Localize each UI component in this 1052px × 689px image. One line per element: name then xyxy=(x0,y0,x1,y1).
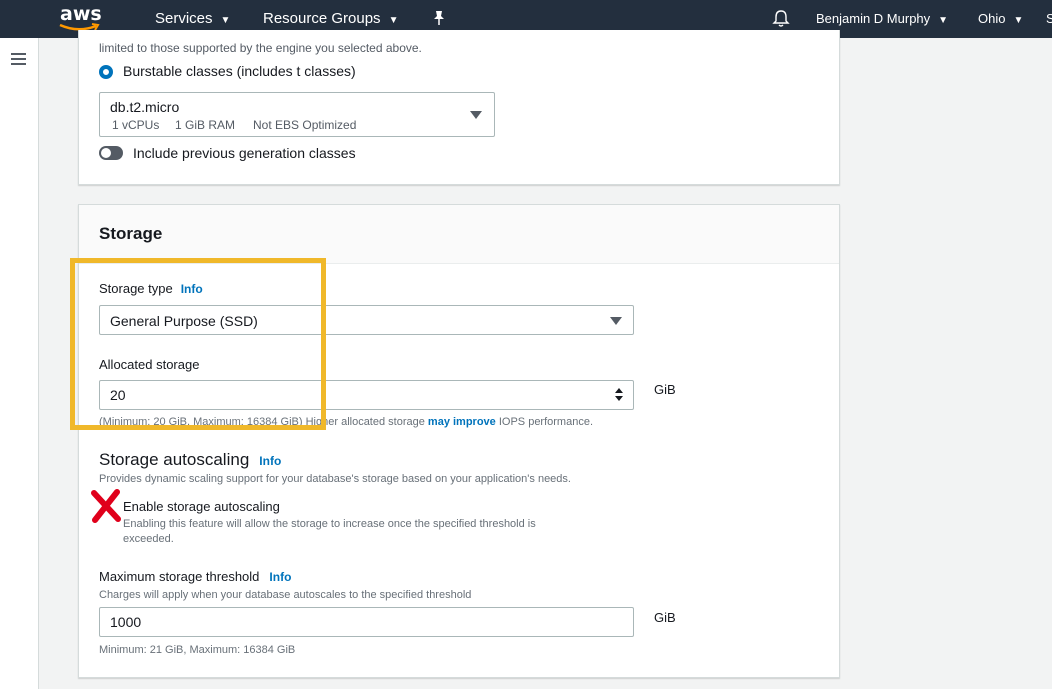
instance-class-panel: limited to those supported by the engine… xyxy=(78,30,840,185)
services-label: Services xyxy=(155,10,213,27)
enable-autoscaling-desc-1: Enabling this feature will allow the sto… xyxy=(123,518,536,530)
resource-groups-label: Resource Groups xyxy=(263,10,381,27)
pin-icon[interactable] xyxy=(432,10,446,26)
instance-class-select[interactable]: db.t2.micro 1 vCPUs 1 GiB RAM Not EBS Op… xyxy=(99,92,495,137)
enable-autoscaling-desc-2: exceeded. xyxy=(123,533,174,545)
support-menu-cutoff[interactable]: S xyxy=(1046,11,1052,26)
highlight-box xyxy=(70,258,326,430)
caret-down-icon xyxy=(470,111,482,119)
user-menu[interactable]: Benjamin D Murphy ▼ xyxy=(816,11,948,26)
storage-autoscaling-heading: Storage autoscaling Info xyxy=(99,450,281,470)
resource-groups-menu[interactable]: Resource Groups ▼ xyxy=(263,10,398,27)
services-menu[interactable]: Services ▼ xyxy=(155,10,230,27)
burstable-radio[interactable] xyxy=(99,65,113,79)
instance-class-description: limited to those supported by the engine… xyxy=(99,41,422,55)
max-threshold-input[interactable]: 1000 xyxy=(99,607,634,637)
max-threshold-value: 1000 xyxy=(110,614,142,630)
chevron-down-icon: ▼ xyxy=(220,15,231,26)
max-threshold-unit: GiB xyxy=(654,610,676,625)
storage-autoscaling-info-link[interactable]: Info xyxy=(259,454,281,468)
max-threshold-description: Charges will apply when your database au… xyxy=(99,589,472,601)
enable-autoscaling-label[interactable]: Enable storage autoscaling xyxy=(123,499,280,514)
storage-title: Storage xyxy=(99,224,163,243)
bell-icon[interactable] xyxy=(772,9,790,28)
chevron-down-icon: ▼ xyxy=(388,15,399,26)
previous-generation-label: Include previous generation classes xyxy=(133,145,356,161)
caret-down-icon xyxy=(610,317,622,325)
instance-ram: 1 GiB RAM xyxy=(175,118,236,132)
side-rail xyxy=(0,38,39,689)
allocated-storage-unit: GiB xyxy=(654,382,676,397)
number-stepper-icon[interactable] xyxy=(615,388,623,402)
instance-vcpu: 1 vCPUs xyxy=(112,118,160,132)
previous-generation-toggle[interactable] xyxy=(99,146,123,160)
chevron-down-icon: ▼ xyxy=(1013,15,1024,26)
max-threshold-hint: Minimum: 21 GiB, Maximum: 16384 GiB xyxy=(99,644,296,656)
red-x-mark-icon xyxy=(91,489,121,523)
may-improve-link[interactable]: may improve xyxy=(428,416,496,428)
user-name: Benjamin D Murphy xyxy=(816,11,931,26)
storage-autoscaling-description: Provides dynamic scaling support for you… xyxy=(99,473,571,485)
region-name: Ohio xyxy=(978,11,1006,26)
instance-class-value: db.t2.micro xyxy=(110,99,180,115)
region-menu[interactable]: Ohio ▼ xyxy=(978,11,1023,26)
hamburger-menu-icon[interactable] xyxy=(11,53,26,65)
storage-panel-header: Storage xyxy=(79,205,839,264)
max-threshold-info-link[interactable]: Info xyxy=(269,570,291,584)
storage-autoscaling-title: Storage autoscaling xyxy=(99,450,250,469)
chevron-down-icon: ▼ xyxy=(938,15,949,26)
burstable-radio-label: Burstable classes (includes t classes) xyxy=(123,63,356,79)
allocated-hint-suffix: IOPS performance. xyxy=(498,416,594,428)
instance-ebs: Not EBS Optimized xyxy=(253,118,357,132)
max-threshold-label-text: Maximum storage threshold xyxy=(99,569,260,584)
max-threshold-label: Maximum storage threshold Info xyxy=(99,569,291,584)
